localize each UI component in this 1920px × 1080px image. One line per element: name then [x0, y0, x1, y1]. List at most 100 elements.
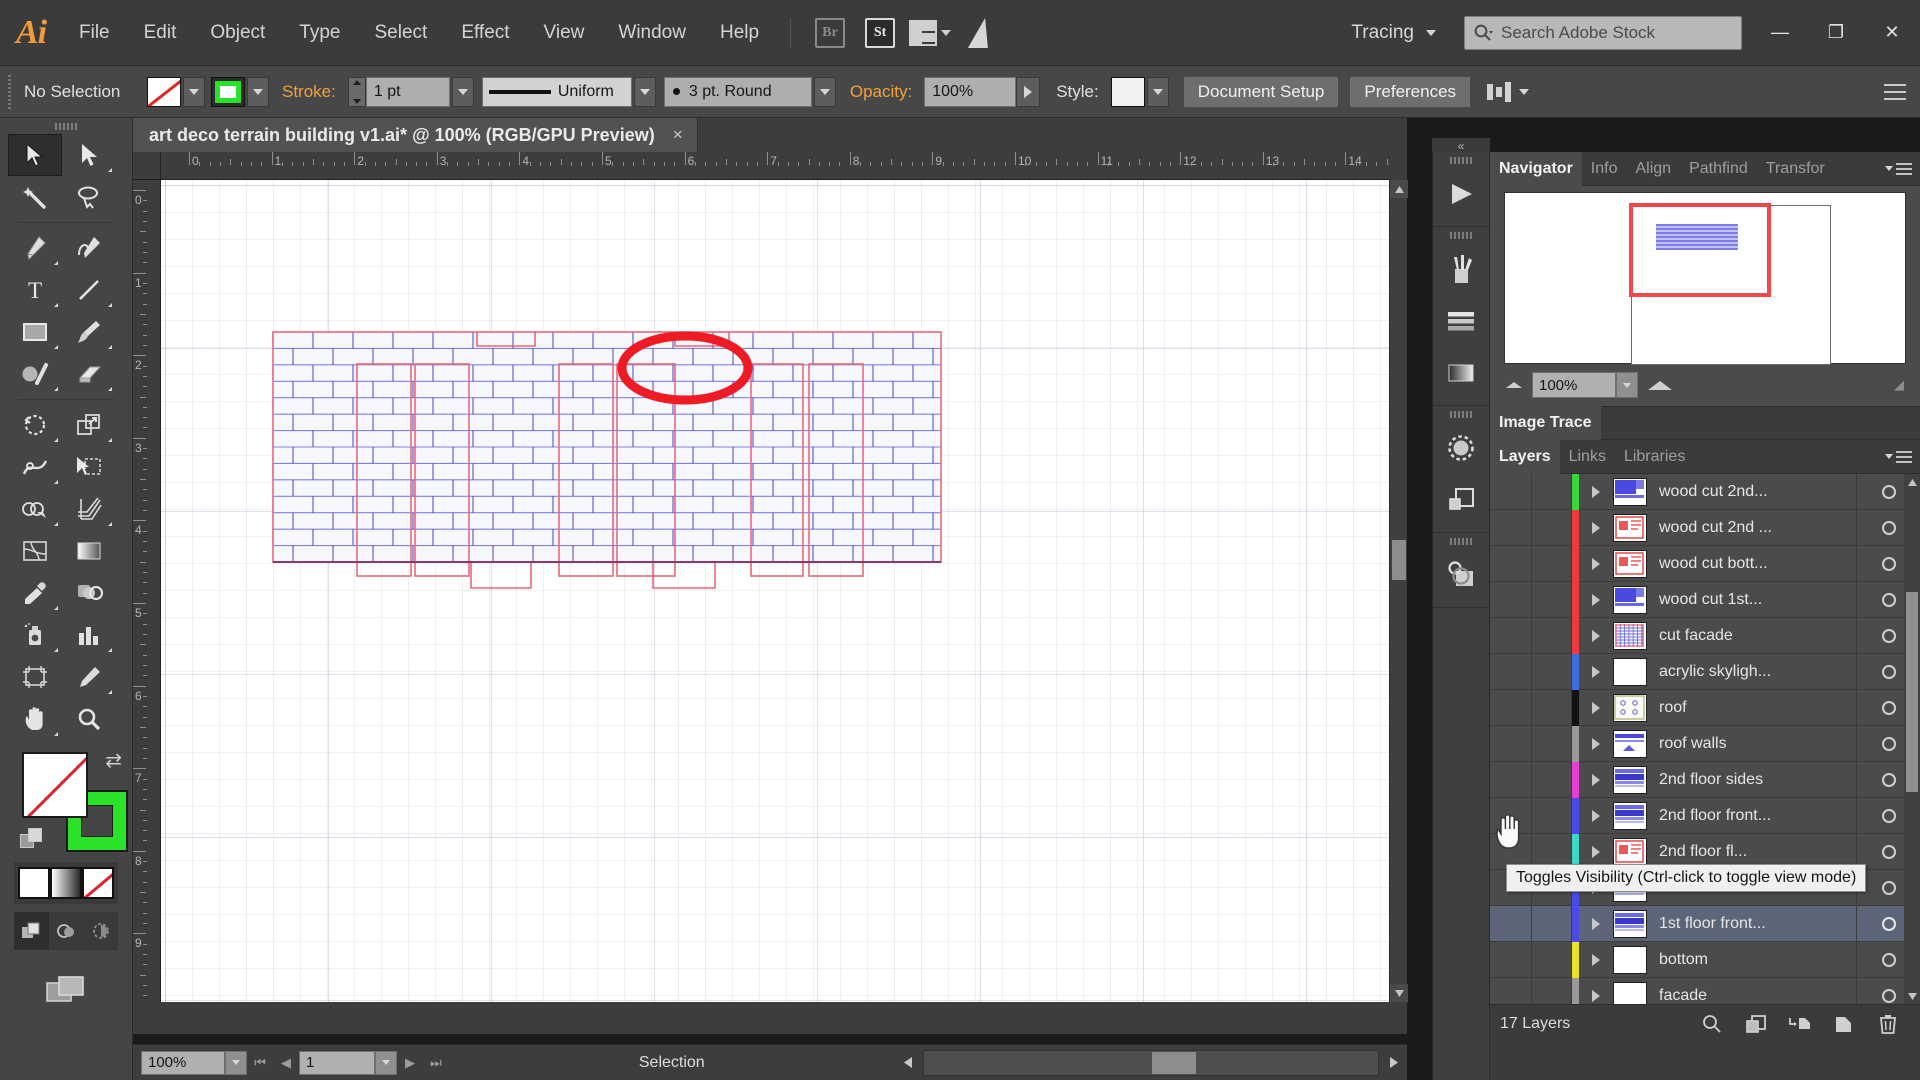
horizontal-scroll-thumb[interactable] — [1151, 1051, 1196, 1074]
tool-eyedropper[interactable] — [8, 572, 62, 614]
tool-pen[interactable] — [8, 227, 62, 269]
layer-name[interactable]: wood cut 1st... — [1659, 591, 1762, 609]
brush-definition-preview[interactable]: 3 pt. Round — [663, 76, 812, 107]
layer-row[interactable]: 2nd floor sides — [1490, 761, 1920, 798]
layer-lock-toggle[interactable] — [1532, 905, 1572, 942]
first-artboard-button[interactable]: ⏮ — [247, 1050, 273, 1076]
transparency-panel-icon[interactable] — [1433, 422, 1489, 474]
layer-visibility-toggle[interactable] — [1490, 581, 1532, 618]
arrange-documents-icon[interactable] — [909, 16, 952, 50]
fill-color-box[interactable] — [22, 752, 88, 818]
tool-slice[interactable] — [62, 656, 116, 698]
screen-mode-control[interactable] — [0, 972, 132, 1008]
tab-transform[interactable]: Transfor — [1757, 152, 1834, 186]
layer-visibility-toggle[interactable] — [1490, 941, 1532, 978]
layer-lock-toggle[interactable] — [1532, 617, 1572, 654]
tool-zoom[interactable] — [62, 698, 116, 740]
tool-scale[interactable] — [62, 404, 116, 446]
artwork-drawing[interactable] — [161, 180, 1389, 1002]
color-mode-flat[interactable] — [18, 867, 50, 899]
layer-row[interactable]: roof — [1490, 689, 1920, 726]
toolbar-grip[interactable] — [0, 118, 132, 134]
layer-name[interactable]: acrylic skyligh... — [1659, 663, 1771, 681]
tool-perspective-grid[interactable] — [62, 488, 116, 530]
layer-visibility-toggle[interactable] — [1490, 474, 1532, 510]
layer-name[interactable]: 1st floor front... — [1659, 915, 1766, 933]
layer-name[interactable]: bottom — [1659, 951, 1708, 969]
layer-visibility-toggle[interactable] — [1490, 761, 1532, 798]
layer-name[interactable]: 2nd floor front... — [1659, 807, 1771, 825]
close-window-button[interactable]: ✕ — [1864, 0, 1920, 66]
tab-pathfinder[interactable]: Pathfind — [1680, 152, 1757, 186]
graphic-style-control[interactable] — [1110, 76, 1169, 107]
stroke-weight-value[interactable]: 1 pt — [365, 76, 450, 107]
tool-lasso[interactable] — [62, 176, 116, 218]
rail-grip-4[interactable] — [1433, 533, 1489, 549]
layer-expand-triangle[interactable] — [1579, 917, 1613, 930]
vertical-ruler[interactable]: 012345678910 — [133, 180, 161, 1002]
layer-row[interactable]: acrylic skyligh... — [1490, 653, 1920, 690]
stroke-weight-control[interactable]: 1 pt — [347, 76, 474, 107]
layer-expand-triangle[interactable] — [1579, 665, 1613, 678]
layer-expand-triangle[interactable] — [1579, 809, 1613, 822]
workspace-switcher[interactable]: Tracing — [1351, 22, 1442, 44]
tool-magic-wand[interactable] — [8, 176, 62, 218]
tool-curvature[interactable] — [62, 227, 116, 269]
control-bar-menu-icon[interactable] — [1884, 83, 1906, 100]
artboard-number-value[interactable]: 1 — [299, 1050, 375, 1075]
tool-free-transform[interactable] — [62, 446, 116, 488]
brushes-panel-icon[interactable] — [1433, 243, 1489, 295]
delete-layer-icon[interactable] — [1866, 1005, 1910, 1043]
layer-lock-toggle[interactable] — [1532, 941, 1572, 978]
layer-visibility-toggle[interactable] — [1490, 653, 1532, 690]
document-setup-button[interactable]: Document Setup — [1182, 75, 1340, 108]
layers-scroll-down-icon[interactable] — [1904, 988, 1920, 1004]
layers-panel-menu-icon[interactable] — [1885, 450, 1920, 463]
menu-window[interactable]: Window — [601, 0, 703, 66]
image-trace-panel-icon[interactable] — [1433, 549, 1489, 601]
create-new-layer-icon[interactable] — [1822, 1005, 1866, 1043]
stroke-profile-dropdown[interactable] — [633, 76, 656, 107]
stroke-profile-control[interactable]: Uniform — [481, 76, 656, 107]
layer-name[interactable]: wood cut bott... — [1659, 555, 1768, 573]
brush-definition-dropdown[interactable] — [813, 76, 836, 107]
layer-expand-triangle[interactable] — [1579, 845, 1613, 858]
navigator-thumbnail[interactable] — [1504, 192, 1906, 365]
layer-expand-triangle[interactable] — [1579, 521, 1613, 534]
layer-visibility-toggle[interactable] — [1490, 689, 1532, 726]
layer-row[interactable]: roof walls — [1490, 725, 1920, 762]
tab-navigator[interactable]: Navigator — [1490, 151, 1582, 186]
menu-view[interactable]: View — [527, 0, 602, 66]
minimize-button[interactable]: — — [1752, 0, 1808, 66]
opacity-label[interactable]: Opacity: — [850, 82, 912, 102]
layer-row[interactable]: cut facade — [1490, 617, 1920, 654]
layers-scroll-thumb[interactable] — [1906, 592, 1918, 792]
control-bar-grip[interactable] — [6, 74, 16, 109]
scroll-right-icon[interactable] — [1381, 1050, 1407, 1076]
layer-row[interactable]: facade — [1490, 977, 1920, 1004]
tool-column-graph[interactable] — [62, 614, 116, 656]
layer-row[interactable]: wood cut 2nd... — [1490, 474, 1920, 510]
expand-panels-icon[interactable] — [1433, 168, 1489, 220]
layer-lock-toggle[interactable] — [1532, 474, 1572, 510]
tool-rotate[interactable] — [8, 404, 62, 446]
layer-name[interactable]: wood cut 2nd... — [1659, 483, 1768, 501]
last-artboard-button[interactable]: ⏭ — [423, 1050, 449, 1076]
panel-resize-grip[interactable]: ◢ — [1894, 377, 1904, 393]
menu-select[interactable]: Select — [358, 0, 445, 66]
tab-image-trace[interactable]: Image Trace — [1490, 406, 1601, 440]
tab-layers[interactable]: Layers — [1490, 439, 1560, 474]
draw-behind-icon[interactable] — [49, 912, 84, 950]
layers-list[interactable]: wood cut 2nd... wood cut 2nd ... wood cut … — [1490, 474, 1920, 1004]
stroke-dropdown-button[interactable] — [247, 76, 269, 107]
zoom-out-icon[interactable] — [1506, 382, 1522, 388]
tool-gradient[interactable] — [62, 530, 116, 572]
layer-name[interactable]: roof walls — [1659, 735, 1727, 753]
artboard-dropdown[interactable] — [375, 1050, 397, 1075]
bridge-icon[interactable]: Br — [812, 16, 848, 50]
layer-expand-triangle[interactable] — [1579, 953, 1613, 966]
locate-object-icon[interactable] — [1690, 1005, 1734, 1043]
preferences-button[interactable]: Preferences — [1349, 75, 1472, 108]
layer-lock-toggle[interactable] — [1532, 725, 1572, 762]
opacity-control[interactable]: 100% — [924, 76, 1041, 107]
